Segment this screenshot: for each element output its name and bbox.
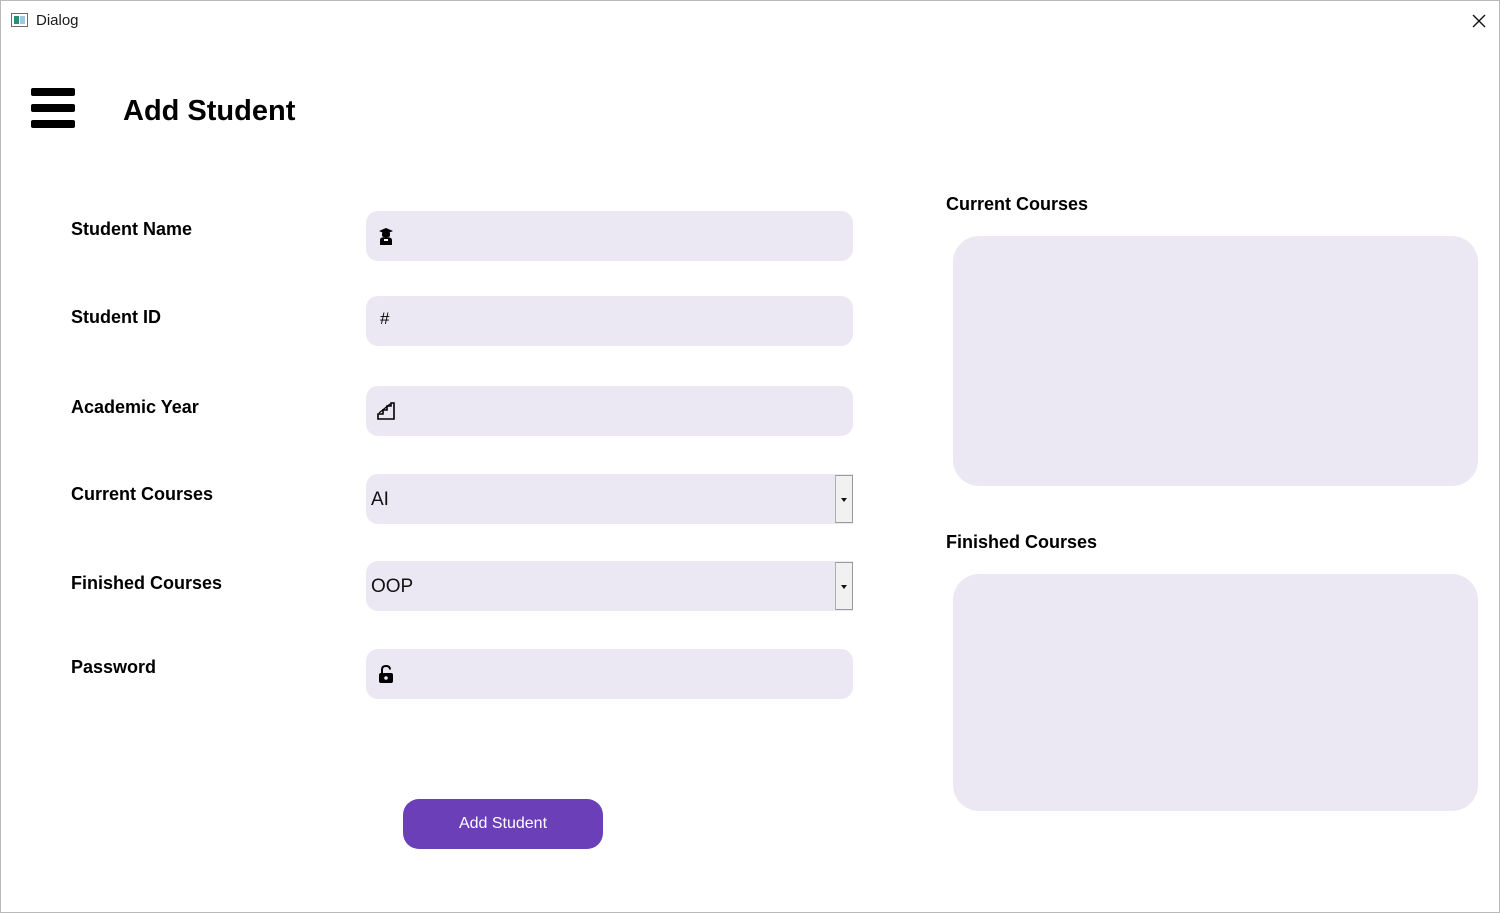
- student-id-label: Student ID: [71, 307, 161, 327]
- current-courses-list[interactable]: [953, 236, 1478, 486]
- password-input[interactable]: [408, 649, 842, 701]
- student-name-label: Student Name: [71, 219, 193, 239]
- window-title: Dialog: [36, 12, 79, 29]
- student-id-input[interactable]: [408, 296, 842, 348]
- current-courses-selected: AI: [371, 489, 389, 510]
- dialog-window: Dialog Add Student Student Name Student …: [0, 0, 1500, 913]
- finished-courses-list[interactable]: [953, 574, 1478, 811]
- student-icon: [379, 228, 393, 245]
- academic-year-field[interactable]: [366, 386, 853, 438]
- finished-courses-list-title: Finished Courses: [946, 532, 1098, 552]
- close-icon: [1472, 14, 1486, 28]
- academic-year-label: Academic Year: [71, 397, 199, 417]
- chevron-down-icon[interactable]: [835, 475, 853, 523]
- finished-courses-dropdown[interactable]: OOP: [366, 561, 853, 611]
- student-id-field[interactable]: #: [366, 296, 853, 348]
- app-icon: [11, 13, 28, 27]
- hamburger-menu-icon[interactable]: [31, 88, 75, 128]
- current-courses-label: Current Courses: [71, 484, 214, 504]
- finished-courses-label: Finished Courses: [71, 573, 223, 593]
- page-title: Add Student: [123, 95, 296, 127]
- unlock-icon: [379, 664, 393, 683]
- current-courses-list-title: Current Courses: [946, 194, 1089, 214]
- current-courses-dropdown[interactable]: AI: [366, 474, 853, 524]
- student-name-input[interactable]: [408, 211, 842, 263]
- student-name-field[interactable]: [366, 211, 853, 263]
- close-button[interactable]: [1463, 6, 1495, 36]
- finished-courses-selected: OOP: [371, 576, 414, 597]
- academic-year-input[interactable]: [408, 386, 842, 438]
- add-student-button[interactable]: Add Student: [403, 799, 603, 849]
- chevron-down-icon[interactable]: [835, 562, 853, 610]
- password-field[interactable]: [366, 649, 853, 701]
- hash-icon: #: [380, 309, 390, 328]
- title-bar: Dialog: [1, 1, 1499, 41]
- stairs-icon: [377, 402, 395, 420]
- password-label: Password: [71, 657, 157, 677]
